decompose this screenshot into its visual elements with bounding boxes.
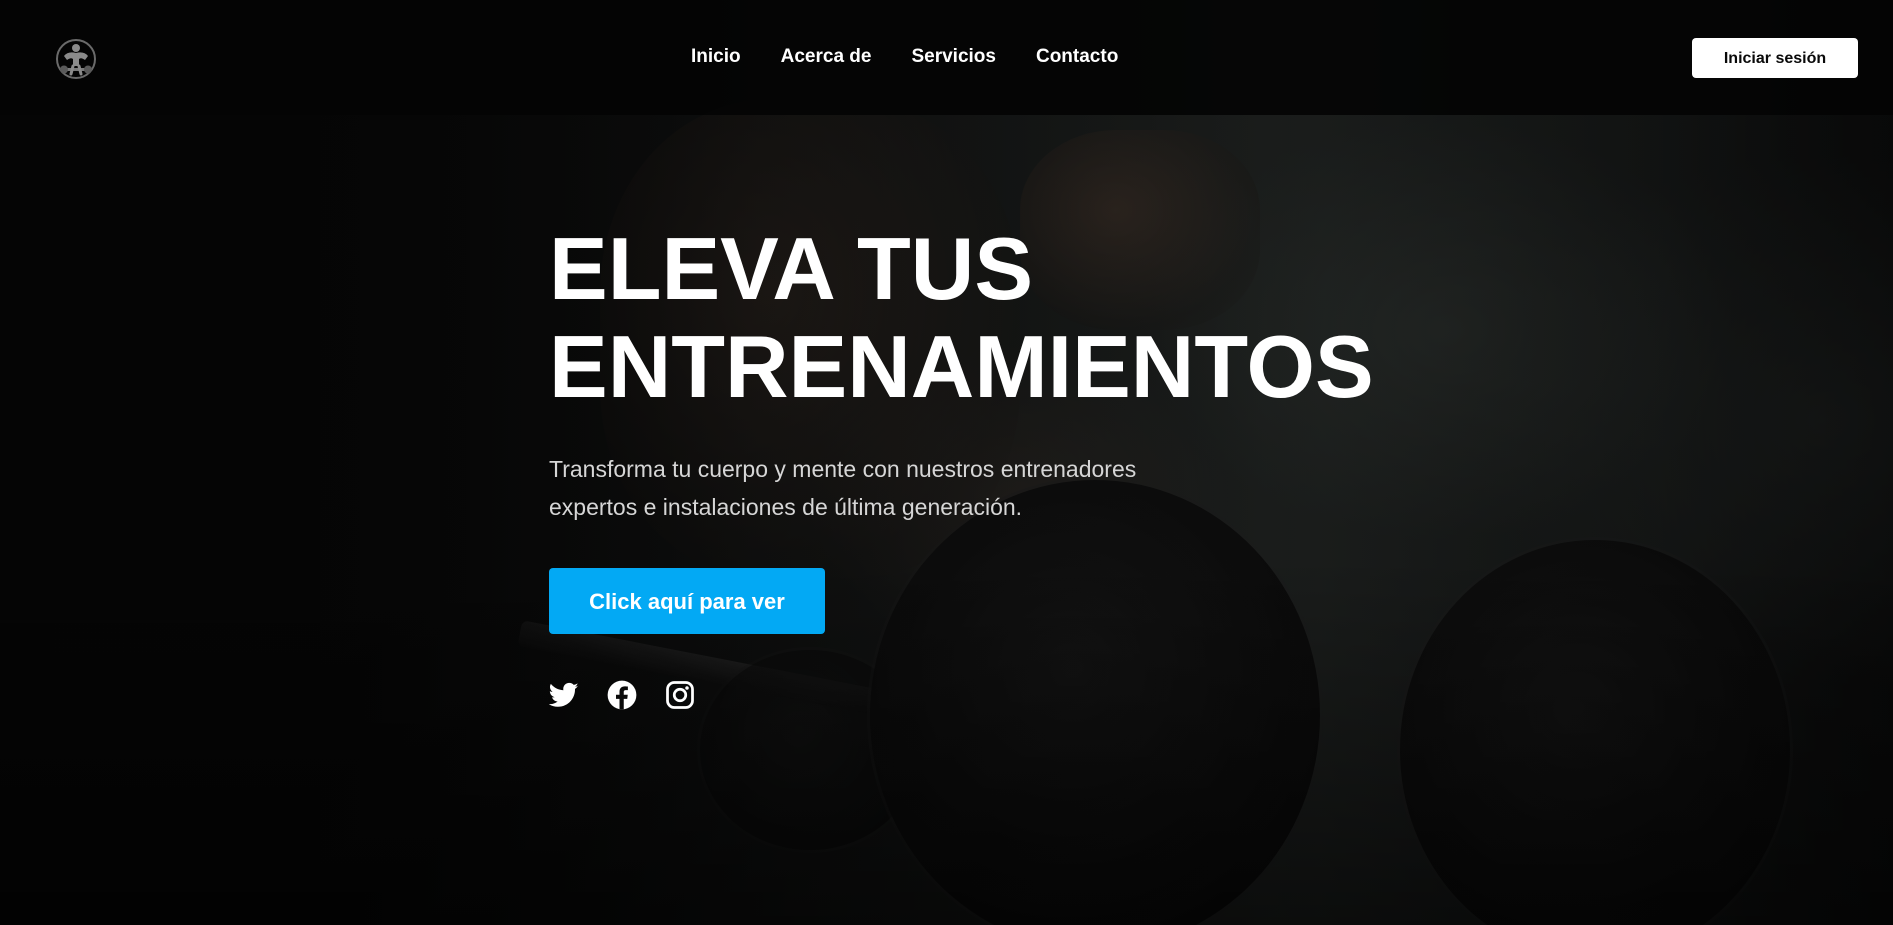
hero-title-line-1: ELEVA TUS [549,219,1034,318]
twitter-icon[interactable] [549,680,579,710]
cta-button[interactable]: Click aquí para ver [549,568,825,634]
landing-page: Inicio Acerca de Servicios Contacto Inic… [0,0,1893,925]
login-button[interactable]: Iniciar sesión [1692,38,1858,78]
hero-section: ELEVA TUS ENTRENAMIENTOS Transforma tu c… [549,220,1374,710]
logo[interactable] [54,38,98,80]
main-nav: Inicio Acerca de Servicios Contacto [691,46,1158,68]
hero-title: ELEVA TUS ENTRENAMIENTOS [549,220,1374,416]
social-links [549,680,1374,710]
navbar: Inicio Acerca de Servicios Contacto Inic… [0,0,1893,115]
hero-title-line-2: ENTRENAMIENTOS [549,317,1374,416]
instagram-icon[interactable] [665,680,695,710]
bodybuilder-logo-icon [56,39,96,79]
nav-link-servicios[interactable]: Servicios [911,46,996,68]
facebook-icon[interactable] [607,680,637,710]
hero-description: Transforma tu cuerpo y mente con nuestro… [549,456,1137,520]
nav-link-inicio[interactable]: Inicio [691,46,741,68]
nav-link-contacto[interactable]: Contacto [1036,46,1118,68]
nav-link-acerca-de[interactable]: Acerca de [781,46,872,68]
